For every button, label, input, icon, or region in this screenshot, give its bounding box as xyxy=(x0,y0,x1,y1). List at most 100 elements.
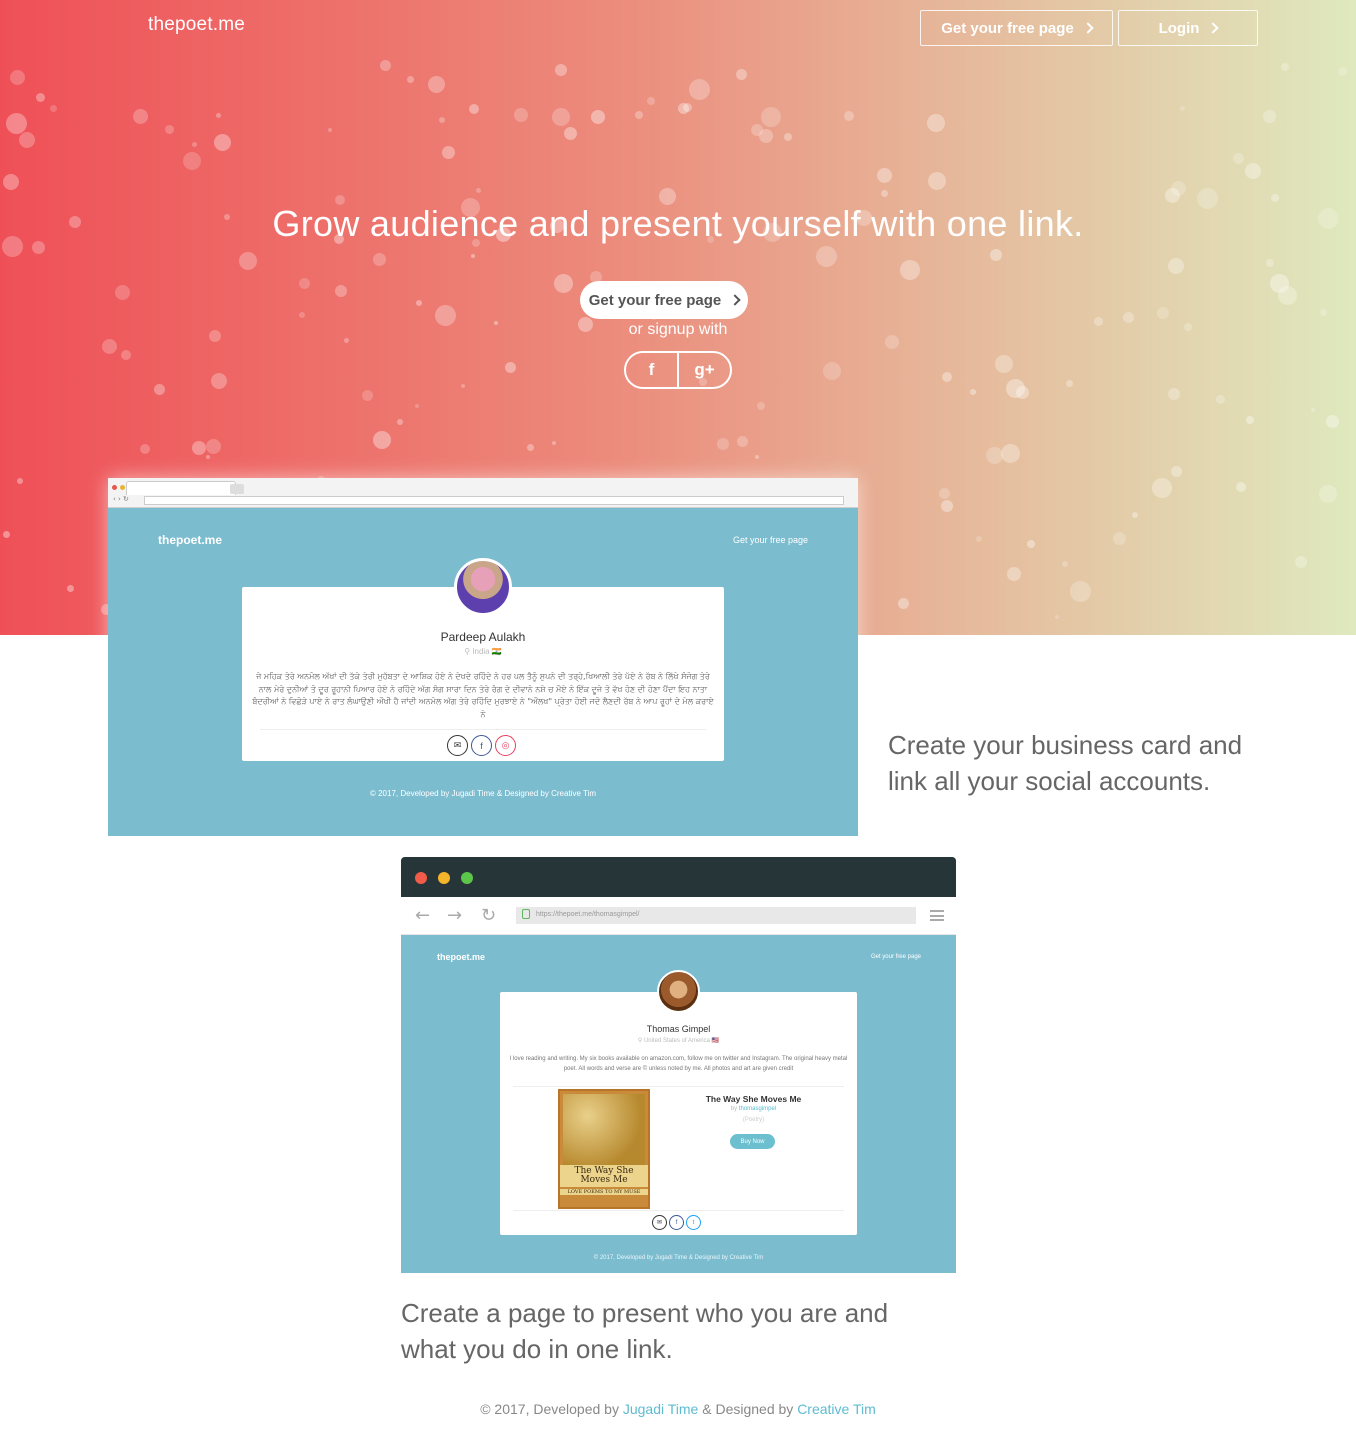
bokeh-dot xyxy=(1171,181,1186,196)
profile-preview-thomas: ← → ↻ https://thepoet.me/thomasgimpel/ t… xyxy=(401,857,956,1273)
get-free-page-button[interactable]: Get your free page xyxy=(580,281,748,319)
bokeh-dot xyxy=(1278,286,1297,305)
address-bar: https://thepoet.me/thomasgimpel/ xyxy=(516,907,916,924)
bokeh-dot xyxy=(1132,512,1138,518)
divider xyxy=(513,1086,844,1087)
nav-arrows-icon: ‹ › ↻ xyxy=(113,495,129,503)
bokeh-dot xyxy=(647,97,655,105)
book-cover: The Way She Moves Me LOVE POEMS TO MY MU… xyxy=(558,1089,650,1209)
chevron-right-icon xyxy=(1082,22,1094,34)
bokeh-dot xyxy=(736,69,747,80)
new-tab xyxy=(230,484,244,494)
social-icons: ✉ f ◎ xyxy=(447,735,516,756)
location-text: India 🇮🇳 xyxy=(472,647,502,656)
bokeh-dot xyxy=(362,390,373,401)
login-label: Login xyxy=(1158,19,1200,37)
bokeh-dot xyxy=(299,278,310,289)
bokeh-dot xyxy=(555,64,567,76)
facebook-icon: f xyxy=(648,360,655,379)
book-cover-title: The Way She Moves Me xyxy=(560,1165,648,1187)
bokeh-dot xyxy=(1157,307,1169,319)
bokeh-dot xyxy=(6,113,27,134)
bokeh-dot xyxy=(755,455,759,459)
bokeh-dot xyxy=(373,253,386,266)
bokeh-dot xyxy=(784,133,792,141)
bokeh-dot xyxy=(206,455,210,459)
bokeh-dot xyxy=(986,447,1003,464)
bokeh-dot xyxy=(3,174,19,190)
bokeh-dot xyxy=(165,125,174,134)
bokeh-dot xyxy=(591,110,605,124)
bokeh-dot xyxy=(397,419,403,425)
bokeh-dot xyxy=(299,312,305,318)
preview-free-page-link: Get your free page xyxy=(732,535,808,545)
feature-caption-one-link: Create a page to present who you are and… xyxy=(401,1298,889,1364)
bokeh-dot xyxy=(1246,416,1254,424)
bokeh-dot xyxy=(898,598,909,609)
profile-bio: ਜੇ ਮਹਿਕ ਤੇਰੇ ਅਨਮੋਲ ਅੱਖਾਂ ਦੀ ਤੱਕੇ ਤੇਰੀ ਮੁ… xyxy=(252,672,714,719)
close-dot xyxy=(112,485,117,490)
bokeh-dot xyxy=(439,117,445,123)
location-text: United States of America 🇺🇸 xyxy=(643,1038,720,1044)
bokeh-dot xyxy=(17,478,23,484)
browser-tab xyxy=(126,481,236,495)
profile-location: ⚲ United States of America 🇺🇸 xyxy=(401,1037,956,1044)
bokeh-dot xyxy=(1070,581,1091,602)
get-free-page-label: Get your free page xyxy=(588,291,722,309)
bokeh-dot xyxy=(1055,615,1059,619)
bokeh-dot xyxy=(407,76,414,83)
bokeh-dot xyxy=(1263,110,1276,123)
bokeh-dot xyxy=(927,114,945,132)
bokeh-dot xyxy=(1266,259,1274,267)
menu-icon xyxy=(930,910,944,921)
bokeh-dot xyxy=(942,372,952,382)
bokeh-dot xyxy=(154,384,165,395)
book-author: by thomasgimpel xyxy=(671,1106,836,1112)
bokeh-dot xyxy=(683,103,692,112)
bokeh-dot xyxy=(121,350,131,360)
bokeh-dot xyxy=(552,441,556,445)
bokeh-dot xyxy=(939,488,950,499)
bokeh-dot xyxy=(67,585,74,592)
bokeh-dot xyxy=(3,531,10,538)
bokeh-dot xyxy=(1016,386,1029,399)
bokeh-dot xyxy=(1245,163,1261,179)
bokeh-dot xyxy=(211,373,227,389)
nav-get-free-page-button[interactable]: Get your free page xyxy=(920,10,1113,46)
bokeh-dot xyxy=(976,536,982,542)
bokeh-dot xyxy=(328,128,332,132)
profile-preview-pardeep: ‹ › ↻ thepoet.me Get your free page Pard… xyxy=(108,478,858,836)
footer-mid: & Designed by xyxy=(702,1401,794,1417)
preview-brand: thepoet.me xyxy=(437,952,486,962)
google-plus-signup-button[interactable]: g+ xyxy=(677,353,730,387)
email-icon: ✉ xyxy=(652,1215,667,1230)
bokeh-dot xyxy=(115,285,130,300)
bokeh-dot xyxy=(442,146,455,159)
bokeh-dot xyxy=(192,441,206,455)
jugadi-time-link[interactable]: Jugadi Time xyxy=(623,1401,698,1417)
book-cover-art xyxy=(563,1094,645,1167)
bokeh-dot xyxy=(877,168,892,183)
bokeh-dot xyxy=(881,190,888,197)
bokeh-dot xyxy=(990,249,1002,261)
bokeh-dot xyxy=(689,79,710,100)
close-dot xyxy=(415,872,427,884)
login-button[interactable]: Login xyxy=(1118,10,1258,46)
bokeh-dot xyxy=(1168,258,1184,274)
or-signup-text: or signup with xyxy=(628,321,728,338)
creative-tim-link[interactable]: Creative Tim xyxy=(797,1401,876,1417)
footer-prefix: © 2017, Developed by xyxy=(480,1401,619,1417)
facebook-icon: f xyxy=(471,735,492,756)
preview-footer: © 2017, Developed by Jugadi Time & Desig… xyxy=(369,789,596,798)
bokeh-dot xyxy=(1281,63,1289,71)
facebook-signup-button[interactable]: f xyxy=(626,353,677,387)
bokeh-dot xyxy=(759,129,773,143)
bokeh-dot xyxy=(900,260,920,280)
bokeh-dot xyxy=(1338,67,1347,76)
bokeh-dot xyxy=(36,93,45,102)
instagram-icon: ◎ xyxy=(495,735,516,756)
brand-logo[interactable]: thepoet.me xyxy=(148,14,245,36)
bokeh-dot xyxy=(428,76,445,93)
bokeh-dot xyxy=(461,384,465,388)
bokeh-dot xyxy=(471,254,475,258)
